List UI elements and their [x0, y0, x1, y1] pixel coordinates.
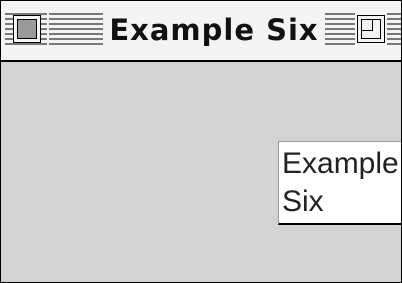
- text-label-line-2: Six: [282, 185, 324, 218]
- title-bar-stripes-right: [325, 13, 355, 47]
- window-title: Example Six: [105, 14, 323, 46]
- text-label: Example Six: [282, 145, 401, 221]
- text-label-box: Example Six: [278, 141, 401, 225]
- zoom-box-icon[interactable]: [357, 15, 385, 43]
- title-bar[interactable]: Example Six: [1, 1, 401, 62]
- zoom-box-small-icon: [361, 19, 373, 31]
- close-box-icon[interactable]: [13, 15, 41, 43]
- close-box-inner-icon: [17, 19, 37, 39]
- text-label-line-1: Example: [282, 147, 399, 180]
- app-window: Example Six Example Six: [0, 0, 402, 283]
- title-bar-stripes-left-2: [49, 13, 103, 47]
- title-bar-stripes-right-2: [387, 13, 401, 47]
